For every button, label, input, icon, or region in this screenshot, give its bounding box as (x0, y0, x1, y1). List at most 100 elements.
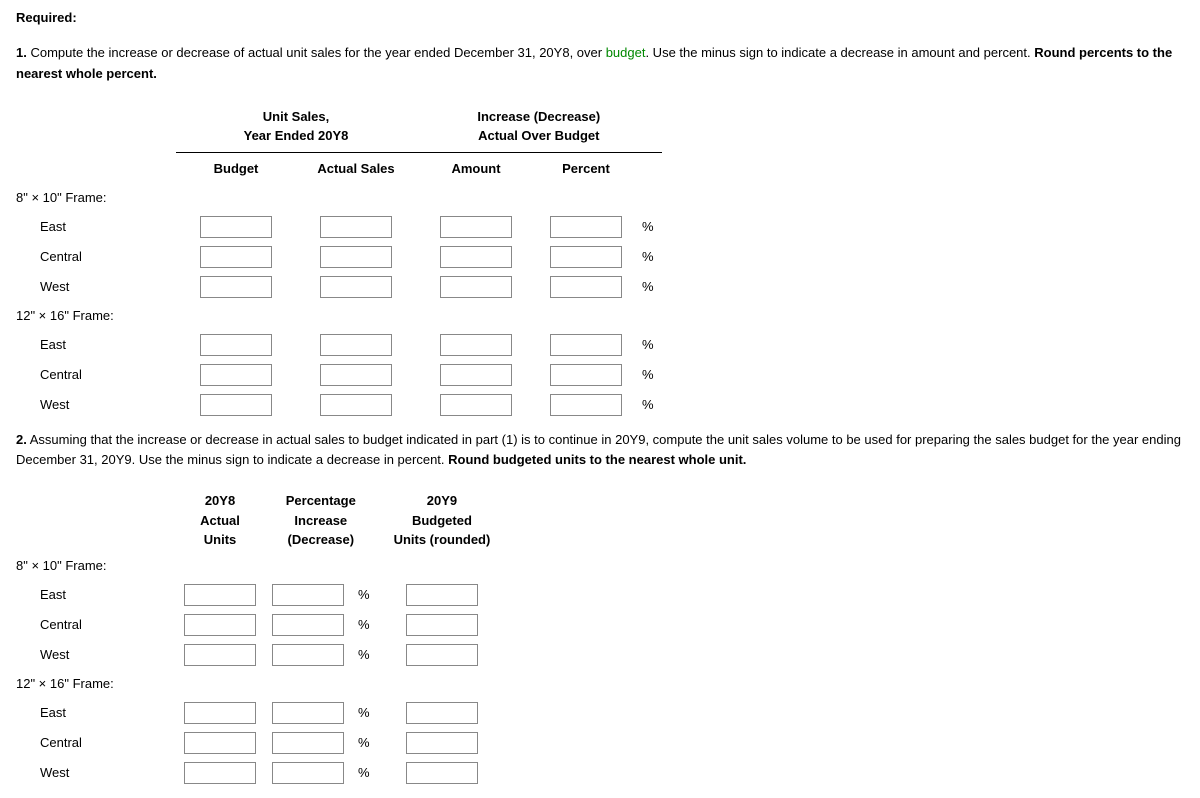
table-row: West % (16, 640, 506, 670)
t2-f1-central-pct[interactable] (272, 614, 344, 636)
pct-symbol: % (352, 698, 378, 728)
t2-col2: Percentage Increase (Decrease) (264, 489, 378, 552)
t2-f1-east-pct[interactable] (272, 584, 344, 606)
pct-symbol: % (352, 758, 378, 788)
table-row: West % (16, 758, 506, 788)
t2-c1-l1: 20Y8 (205, 493, 235, 508)
t1-f2-central-actual[interactable] (320, 364, 392, 386)
t2-f2-central-pct[interactable] (272, 732, 344, 754)
pct-symbol: % (636, 330, 662, 360)
q1-text-before: Compute the increase or decrease of actu… (30, 45, 605, 60)
t2-f2-east-budgeted[interactable] (406, 702, 478, 724)
t2-f1-central-actual[interactable] (184, 614, 256, 636)
t2-f2-central-budgeted[interactable] (406, 732, 478, 754)
table-row: Central % (16, 242, 662, 272)
pct-symbol: % (636, 360, 662, 390)
table-1: Unit Sales, Year Ended 20Y8 Increase (De… (16, 103, 662, 420)
t2-c1-l3: Units (204, 532, 237, 547)
t1-f2-central-amount[interactable] (440, 364, 512, 386)
t1-f2-west-budget[interactable] (200, 394, 272, 416)
table-row: 12" × 16" Frame: (16, 670, 506, 698)
question-2-text: 2. Assuming that the increase or decreas… (16, 430, 1184, 472)
t2-f2-central-actual[interactable] (184, 732, 256, 754)
t2-f1-east-budgeted[interactable] (406, 584, 478, 606)
t1-f2-east-percent[interactable] (550, 334, 622, 356)
q1-number: 1. (16, 45, 27, 60)
t1-f2-east-actual[interactable] (320, 334, 392, 356)
t2-f2-east-pct[interactable] (272, 702, 344, 724)
t1-f1-central-percent[interactable] (550, 246, 622, 268)
row-frame2: 12" × 16" Frame: (16, 302, 176, 330)
row-west: West (16, 640, 176, 670)
table-row: East % (16, 698, 506, 728)
t2-c2-l2: Increase (294, 513, 347, 528)
t2-c3-l2: Budgeted (412, 513, 472, 528)
t1-col-budget: Budget (176, 152, 296, 184)
t2-f2-west-pct[interactable] (272, 762, 344, 784)
t2-col3: 20Y9 Budgeted Units (rounded) (378, 489, 507, 552)
t1-f1-west-amount[interactable] (440, 276, 512, 298)
t2-f1-central-budgeted[interactable] (406, 614, 478, 636)
t1-f1-west-budget[interactable] (200, 276, 272, 298)
t1-group-unit-sales: Unit Sales, Year Ended 20Y8 (176, 103, 416, 153)
row-west: West (16, 758, 176, 788)
row-frame2: 12" × 16" Frame: (16, 670, 176, 698)
t1-f1-east-amount[interactable] (440, 216, 512, 238)
table-2: 20Y8 Actual Units Percentage Increase (D… (16, 489, 506, 788)
t1-f2-east-budget[interactable] (200, 334, 272, 356)
row-central: Central (16, 728, 176, 758)
t1-col-actual: Actual Sales (296, 152, 416, 184)
t1-f2-east-amount[interactable] (440, 334, 512, 356)
table-row: East % (16, 580, 506, 610)
t1-f2-west-percent[interactable] (550, 394, 622, 416)
pct-symbol: % (352, 580, 378, 610)
table-row: Central % (16, 610, 506, 640)
t2-f2-east-actual[interactable] (184, 702, 256, 724)
q1-text-after: . Use the minus sign to indicate a decre… (645, 45, 1034, 60)
row-east: East (16, 698, 176, 728)
t1-f1-east-percent[interactable] (550, 216, 622, 238)
table-row: East % (16, 330, 662, 360)
t2-f1-east-actual[interactable] (184, 584, 256, 606)
t2-f1-west-pct[interactable] (272, 644, 344, 666)
t1-f1-central-budget[interactable] (200, 246, 272, 268)
t1-f2-west-actual[interactable] (320, 394, 392, 416)
t1-f2-central-budget[interactable] (200, 364, 272, 386)
t1-f1-east-actual[interactable] (320, 216, 392, 238)
t2-f1-west-actual[interactable] (184, 644, 256, 666)
row-central: Central (16, 242, 176, 272)
t1-f2-west-amount[interactable] (440, 394, 512, 416)
t2-col1: 20Y8 Actual Units (176, 489, 264, 552)
t1-f2-central-percent[interactable] (550, 364, 622, 386)
t1-f1-central-amount[interactable] (440, 246, 512, 268)
t1-g1-l2: Year Ended 20Y8 (244, 128, 349, 143)
row-west: West (16, 390, 176, 420)
pct-symbol: % (636, 272, 662, 302)
t1-g2-l2: Actual Over Budget (478, 128, 599, 143)
budget-link[interactable]: budget (606, 45, 646, 60)
t2-f2-west-actual[interactable] (184, 762, 256, 784)
t1-group-increase: Increase (Decrease) Actual Over Budget (416, 103, 662, 153)
t2-f1-west-budgeted[interactable] (406, 644, 478, 666)
row-east: East (16, 580, 176, 610)
pct-symbol: % (352, 610, 378, 640)
row-frame1: 8" × 10" Frame: (16, 552, 176, 580)
table-row: West % (16, 390, 662, 420)
t1-f1-west-percent[interactable] (550, 276, 622, 298)
t2-c3-l1: 20Y9 (427, 493, 457, 508)
t1-f1-west-actual[interactable] (320, 276, 392, 298)
t1-col-amount: Amount (416, 152, 536, 184)
pct-symbol: % (352, 640, 378, 670)
row-central: Central (16, 360, 176, 390)
table-row: Central % (16, 360, 662, 390)
t1-f1-central-actual[interactable] (320, 246, 392, 268)
table-row: 8" × 10" Frame: (16, 552, 506, 580)
t1-f1-east-budget[interactable] (200, 216, 272, 238)
t2-c2-l3: (Decrease) (288, 532, 355, 547)
q2-bold: Round budgeted units to the nearest whol… (448, 452, 746, 467)
t2-c1-l2: Actual (200, 513, 240, 528)
table-row: West % (16, 272, 662, 302)
row-frame1: 8" × 10" Frame: (16, 184, 176, 212)
t2-f2-west-budgeted[interactable] (406, 762, 478, 784)
pct-symbol: % (636, 390, 662, 420)
